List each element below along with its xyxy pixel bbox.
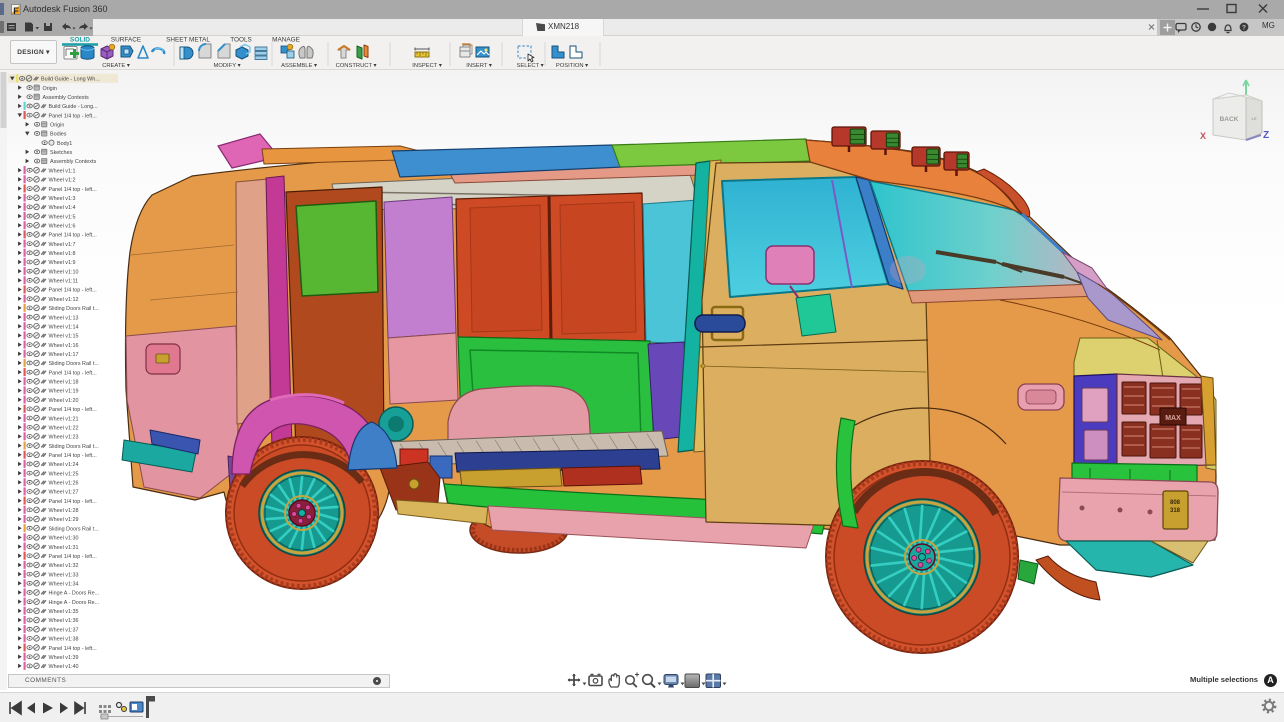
svg-text:?: ? [1242,25,1246,32]
